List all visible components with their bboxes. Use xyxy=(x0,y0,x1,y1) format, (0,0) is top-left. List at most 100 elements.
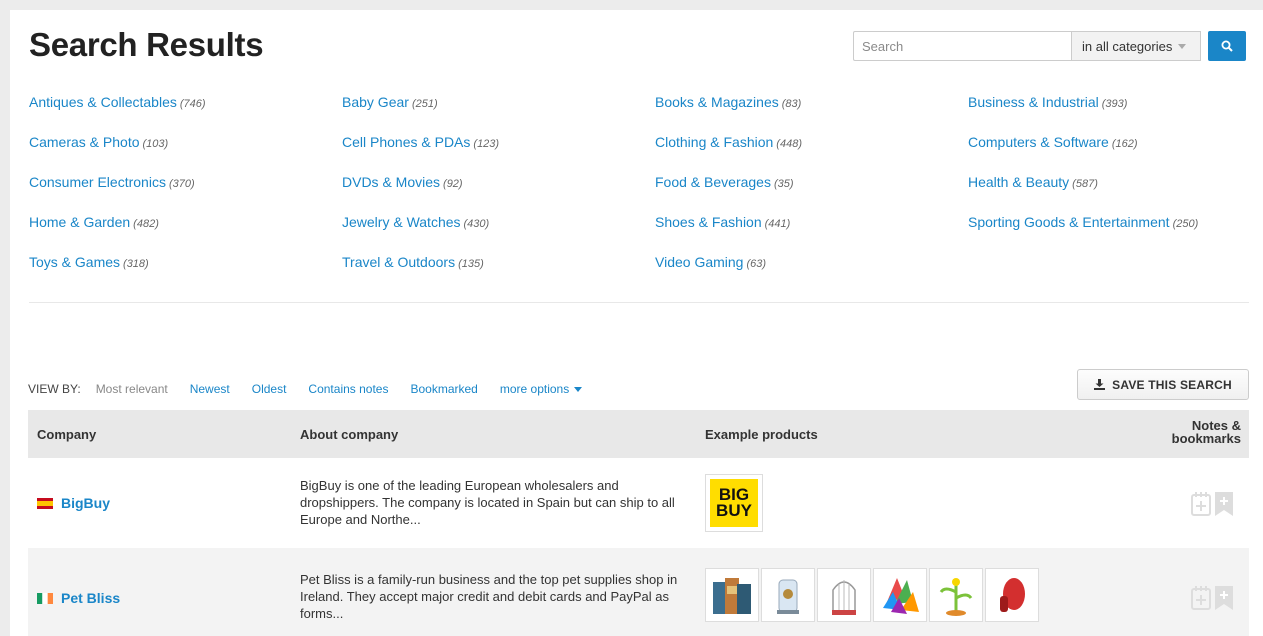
category-link[interactable]: Home & Garden (482) xyxy=(29,214,159,230)
search-button[interactable] xyxy=(1208,31,1246,61)
ireland-flag-icon xyxy=(37,592,53,604)
spain-flag-icon xyxy=(37,497,53,509)
more-options-dropdown[interactable]: more options xyxy=(500,382,583,396)
red-brush-icon xyxy=(1000,578,1025,612)
category-name: Computers & Software xyxy=(968,134,1109,150)
product-thumb-bird-feeder[interactable] xyxy=(761,568,815,622)
category-count: (587) xyxy=(1072,178,1098,190)
view-by-bookmarked[interactable]: Bookmarked xyxy=(410,382,477,396)
category-name: Cell Phones & PDAs xyxy=(342,134,471,150)
notes-bookmarks xyxy=(1187,586,1233,610)
category-link[interactable]: Baby Gear (251) xyxy=(342,94,438,110)
bird-cage-icon xyxy=(832,580,856,615)
bookmark-icon[interactable] xyxy=(1215,586,1233,610)
category-count: (393) xyxy=(1101,98,1128,110)
product-thumb-plant-toy[interactable] xyxy=(929,568,983,622)
product-thumb-bird-cage[interactable] xyxy=(817,568,871,622)
category-count: (63) xyxy=(746,258,767,270)
column-header-about: About company xyxy=(300,427,399,442)
divider xyxy=(29,302,1249,303)
company-link-pet-bliss[interactable]: Pet Bliss xyxy=(37,590,120,606)
category-link[interactable]: Antiques & Collectables (746) xyxy=(29,94,206,110)
category-name: Baby Gear xyxy=(342,94,409,110)
category-link[interactable]: Food & Beverages (35) xyxy=(655,174,794,190)
category-link[interactable]: Cameras & Photo (103) xyxy=(29,134,168,150)
search-input[interactable] xyxy=(853,31,1071,61)
download-icon xyxy=(1094,379,1106,390)
category-link[interactable]: Books & Magazines (83) xyxy=(655,94,801,110)
product-thumb-red-brush[interactable] xyxy=(985,568,1039,622)
category-count: (251) xyxy=(411,98,438,110)
category-count: (250) xyxy=(1172,218,1199,230)
search-icon xyxy=(1221,40,1233,52)
bigbuy-logo-thumb[interactable]: BIG BUY xyxy=(705,474,763,532)
table-header: Company About company Example products N… xyxy=(28,410,1249,458)
view-by-newest[interactable]: Newest xyxy=(190,382,230,396)
category-count: (83) xyxy=(781,98,802,110)
add-note-icon[interactable] xyxy=(1191,586,1211,610)
category-link[interactable]: Video Gaming (63) xyxy=(655,254,766,270)
category-count: (135) xyxy=(458,258,484,270)
category-name: Shoes & Fashion xyxy=(655,214,762,230)
category-link[interactable]: Shoes & Fashion (441) xyxy=(655,214,790,230)
category-link[interactable]: Business & Industrial (393) xyxy=(968,94,1127,110)
table-row: Pet Bliss Pet Bliss is a family-run busi… xyxy=(28,548,1249,636)
category-name: Antiques & Collectables xyxy=(29,94,177,110)
category-count: (92) xyxy=(443,178,463,190)
view-by-contains-notes[interactable]: Contains notes xyxy=(308,382,388,396)
search-box: in all categories xyxy=(853,31,1246,61)
category-link[interactable]: DVDs & Movies (92) xyxy=(342,174,463,190)
category-name: Books & Magazines xyxy=(655,94,779,110)
category-count: (123) xyxy=(473,138,500,150)
category-count: (441) xyxy=(764,218,791,230)
product-thumb-pet-treats-box[interactable] xyxy=(705,568,759,622)
category-link[interactable]: Jewelry & Watches (430) xyxy=(342,214,489,230)
company-link-bigbuy[interactable]: BigBuy xyxy=(37,495,110,511)
category-link[interactable]: Cell Phones & PDAs (123) xyxy=(342,134,499,150)
column-header-products: Example products xyxy=(705,427,818,442)
add-note-icon[interactable] xyxy=(1191,492,1211,516)
category-link[interactable]: Travel & Outdoors (135) xyxy=(342,254,484,270)
save-search-label: SAVE THIS SEARCH xyxy=(1112,377,1232,392)
bigbuy-logo: BIG BUY xyxy=(710,479,758,527)
chevron-down-icon xyxy=(1178,43,1187,49)
bird-feeder-icon xyxy=(777,579,799,614)
category-name: Food & Beverages xyxy=(655,174,771,190)
plant-toy-icon xyxy=(939,578,973,616)
bookmark-icon[interactable] xyxy=(1215,492,1233,516)
save-search-button[interactable]: SAVE THIS SEARCH xyxy=(1077,369,1249,400)
caret-down-icon xyxy=(574,387,583,393)
company-about: BigBuy is one of the leading European wh… xyxy=(300,478,675,527)
category-name: Clothing & Fashion xyxy=(655,134,774,150)
category-name: Business & Industrial xyxy=(968,94,1099,110)
product-thumbnails xyxy=(705,568,1041,622)
view-by-oldest[interactable]: Oldest xyxy=(252,382,287,396)
category-link[interactable]: Clothing & Fashion (448) xyxy=(655,134,802,150)
category-select-value: in all categories xyxy=(1082,38,1173,54)
product-thumbnails: BIG BUY xyxy=(705,474,765,532)
category-count: (430) xyxy=(463,218,490,230)
category-link[interactable]: Computers & Software (162) xyxy=(968,134,1138,150)
company-name: BigBuy xyxy=(61,495,110,511)
colorful-toy-icon xyxy=(883,578,919,614)
view-by-label: VIEW BY: xyxy=(28,382,81,396)
category-name: Sporting Goods & Entertainment xyxy=(968,214,1170,230)
view-by-bar: VIEW BY: Most relevant Newest Oldest Con… xyxy=(28,382,604,396)
category-link[interactable]: Health & Beauty (587) xyxy=(968,174,1098,190)
page: Search Results in all categories Antique… xyxy=(10,10,1263,636)
column-header-notes: Notes & bookmarks xyxy=(1171,418,1241,446)
category-link[interactable]: Sporting Goods & Entertainment (250) xyxy=(968,214,1198,230)
category-count: (162) xyxy=(1111,138,1138,150)
category-count: (103) xyxy=(142,138,169,150)
product-thumb-colorful-toy[interactable] xyxy=(873,568,927,622)
category-link[interactable]: Consumer Electronics (370) xyxy=(29,174,195,190)
category-name: Home & Garden xyxy=(29,214,131,230)
category-link[interactable]: Toys & Games (318) xyxy=(29,254,149,270)
category-name: Consumer Electronics xyxy=(29,174,166,190)
category-select[interactable]: in all categories xyxy=(1071,31,1201,61)
category-count: (35) xyxy=(773,178,794,190)
category-name: Health & Beauty xyxy=(968,174,1070,190)
notes-bookmarks xyxy=(1187,492,1233,516)
view-by-most-relevant[interactable]: Most relevant xyxy=(96,382,168,396)
category-name: Cameras & Photo xyxy=(29,134,140,150)
